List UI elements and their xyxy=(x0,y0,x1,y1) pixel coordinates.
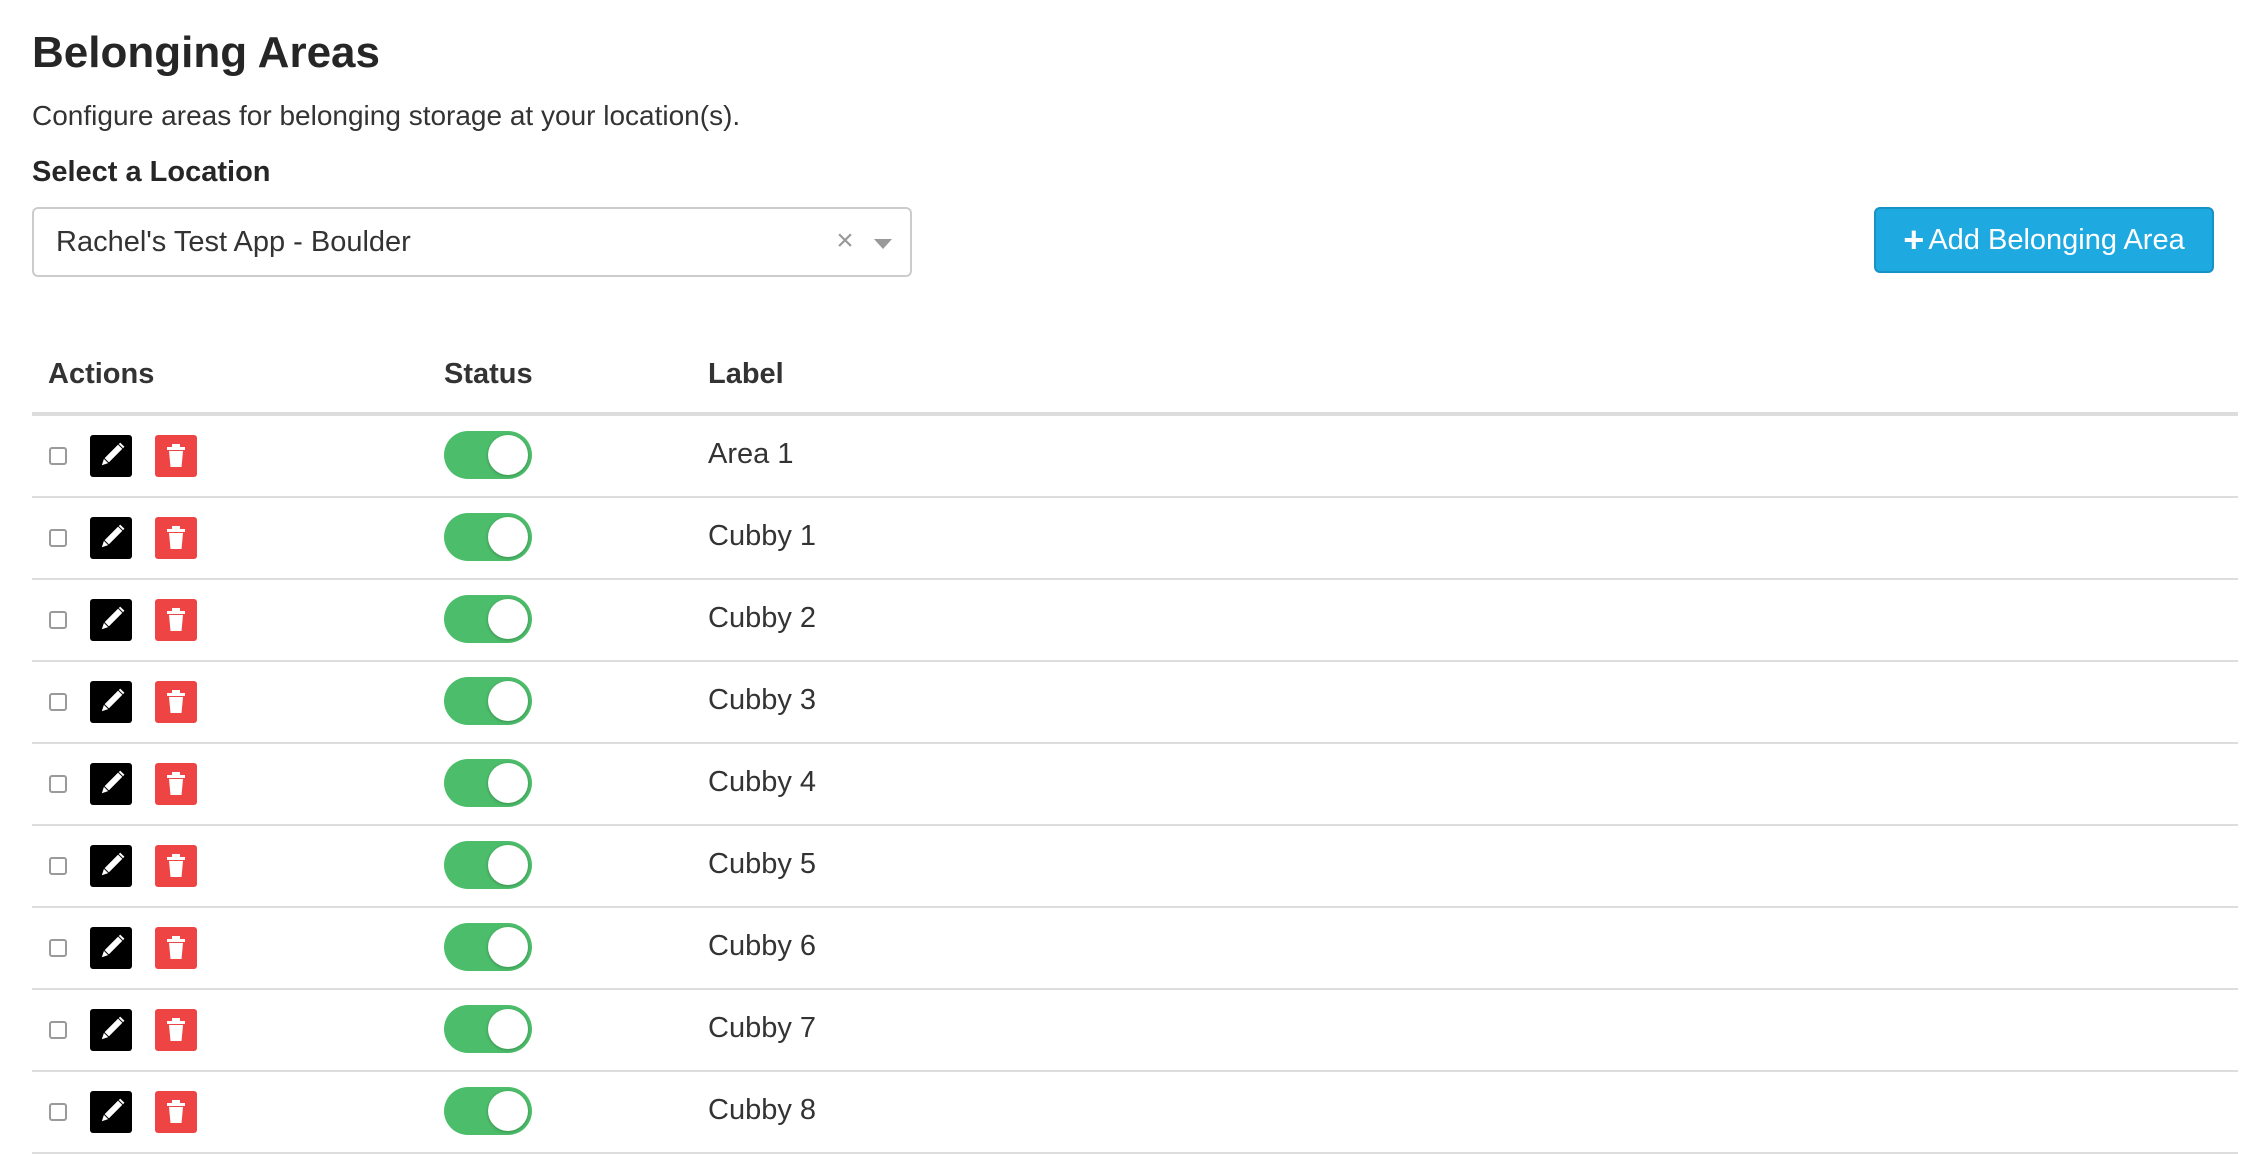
clear-selection-icon[interactable]: × xyxy=(831,209,859,273)
location-select-label: Select a Location xyxy=(32,156,271,188)
toggle-knob xyxy=(488,845,528,885)
status-toggle[interactable] xyxy=(444,513,532,561)
edit-button[interactable] xyxy=(90,435,132,477)
table-row: Area 1 xyxy=(32,416,2238,498)
row-select-checkbox[interactable] xyxy=(49,693,67,711)
edit-button[interactable] xyxy=(90,927,132,969)
table-row: Cubby 1 xyxy=(32,498,2238,580)
delete-button[interactable] xyxy=(155,763,197,805)
toggle-knob xyxy=(488,763,528,803)
row-label: Cubby 1 xyxy=(708,520,817,552)
delete-button[interactable] xyxy=(155,435,197,477)
row-select-checkbox[interactable] xyxy=(49,775,67,793)
delete-button[interactable] xyxy=(155,681,197,723)
edit-button[interactable] xyxy=(90,1009,132,1051)
row-label: Cubby 4 xyxy=(708,766,817,798)
belonging-areas-table: Actions Status Label Area 1 Cubby 1 Cubby … xyxy=(32,336,2238,1154)
column-header-status: Status xyxy=(444,358,533,390)
edit-button[interactable] xyxy=(90,517,132,559)
caret-down-icon[interactable] xyxy=(874,239,892,249)
row-select-checkbox[interactable] xyxy=(49,1021,67,1039)
location-select[interactable]: Rachel's Test App - Boulder × xyxy=(32,207,912,277)
row-label: Cubby 6 xyxy=(708,930,817,962)
row-label: Cubby 5 xyxy=(708,848,817,880)
delete-button[interactable] xyxy=(155,517,197,559)
column-header-label: Label xyxy=(708,358,784,390)
delete-button[interactable] xyxy=(155,845,197,887)
status-toggle[interactable] xyxy=(444,431,532,479)
row-select-checkbox[interactable] xyxy=(49,857,67,875)
table-row: Cubby 6 xyxy=(32,908,2238,990)
table-row: Cubby 2 xyxy=(32,580,2238,662)
edit-button[interactable] xyxy=(90,681,132,723)
row-label: Cubby 2 xyxy=(708,602,817,634)
toggle-knob xyxy=(488,517,528,557)
table-row: Cubby 4 xyxy=(32,744,2238,826)
status-toggle[interactable] xyxy=(444,1005,532,1053)
toggle-knob xyxy=(488,1091,528,1131)
status-toggle[interactable] xyxy=(444,841,532,889)
row-label: Cubby 8 xyxy=(708,1094,817,1126)
table-row: Cubby 3 xyxy=(32,662,2238,744)
row-select-checkbox[interactable] xyxy=(49,939,67,957)
status-toggle[interactable] xyxy=(444,1087,532,1135)
delete-button[interactable] xyxy=(155,599,197,641)
edit-button[interactable] xyxy=(90,1091,132,1133)
location-select-value: Rachel's Test App - Boulder xyxy=(56,226,411,258)
status-toggle[interactable] xyxy=(444,595,532,643)
status-toggle[interactable] xyxy=(444,923,532,971)
table-header: Actions Status Label xyxy=(32,336,2238,416)
row-select-checkbox[interactable] xyxy=(49,447,67,465)
toggle-knob xyxy=(488,1009,528,1049)
edit-button[interactable] xyxy=(90,763,132,805)
row-select-checkbox[interactable] xyxy=(49,611,67,629)
delete-button[interactable] xyxy=(155,1009,197,1051)
edit-button[interactable] xyxy=(90,599,132,641)
toggle-knob xyxy=(488,599,528,639)
toggle-knob xyxy=(488,681,528,721)
row-select-checkbox[interactable] xyxy=(49,1103,67,1121)
table-body: Area 1 Cubby 1 Cubby 2 Cubby 3 Cubby 4 Cubby … xyxy=(32,416,2238,1154)
row-label: Cubby 7 xyxy=(708,1012,817,1044)
plus-icon: + xyxy=(1903,219,1925,260)
table-row: Cubby 8 xyxy=(32,1072,2238,1154)
row-label: Cubby 3 xyxy=(708,684,817,716)
row-select-checkbox[interactable] xyxy=(49,529,67,547)
page-title: Belonging Areas xyxy=(32,28,380,77)
toggle-knob xyxy=(488,435,528,475)
table-row: Cubby 5 xyxy=(32,826,2238,908)
delete-button[interactable] xyxy=(155,1091,197,1133)
status-toggle[interactable] xyxy=(444,759,532,807)
status-toggle[interactable] xyxy=(444,677,532,725)
row-label: Area 1 xyxy=(708,438,794,470)
table-row: Cubby 7 xyxy=(32,990,2238,1072)
column-header-actions: Actions xyxy=(48,358,155,390)
edit-button[interactable] xyxy=(90,845,132,887)
add-belonging-area-label: Add Belonging Area xyxy=(1928,224,2185,256)
add-belonging-area-button[interactable]: + Add Belonging Area xyxy=(1874,207,2214,273)
page-subtitle: Configure areas for belonging storage at… xyxy=(32,100,741,131)
delete-button[interactable] xyxy=(155,927,197,969)
toggle-knob xyxy=(488,927,528,967)
